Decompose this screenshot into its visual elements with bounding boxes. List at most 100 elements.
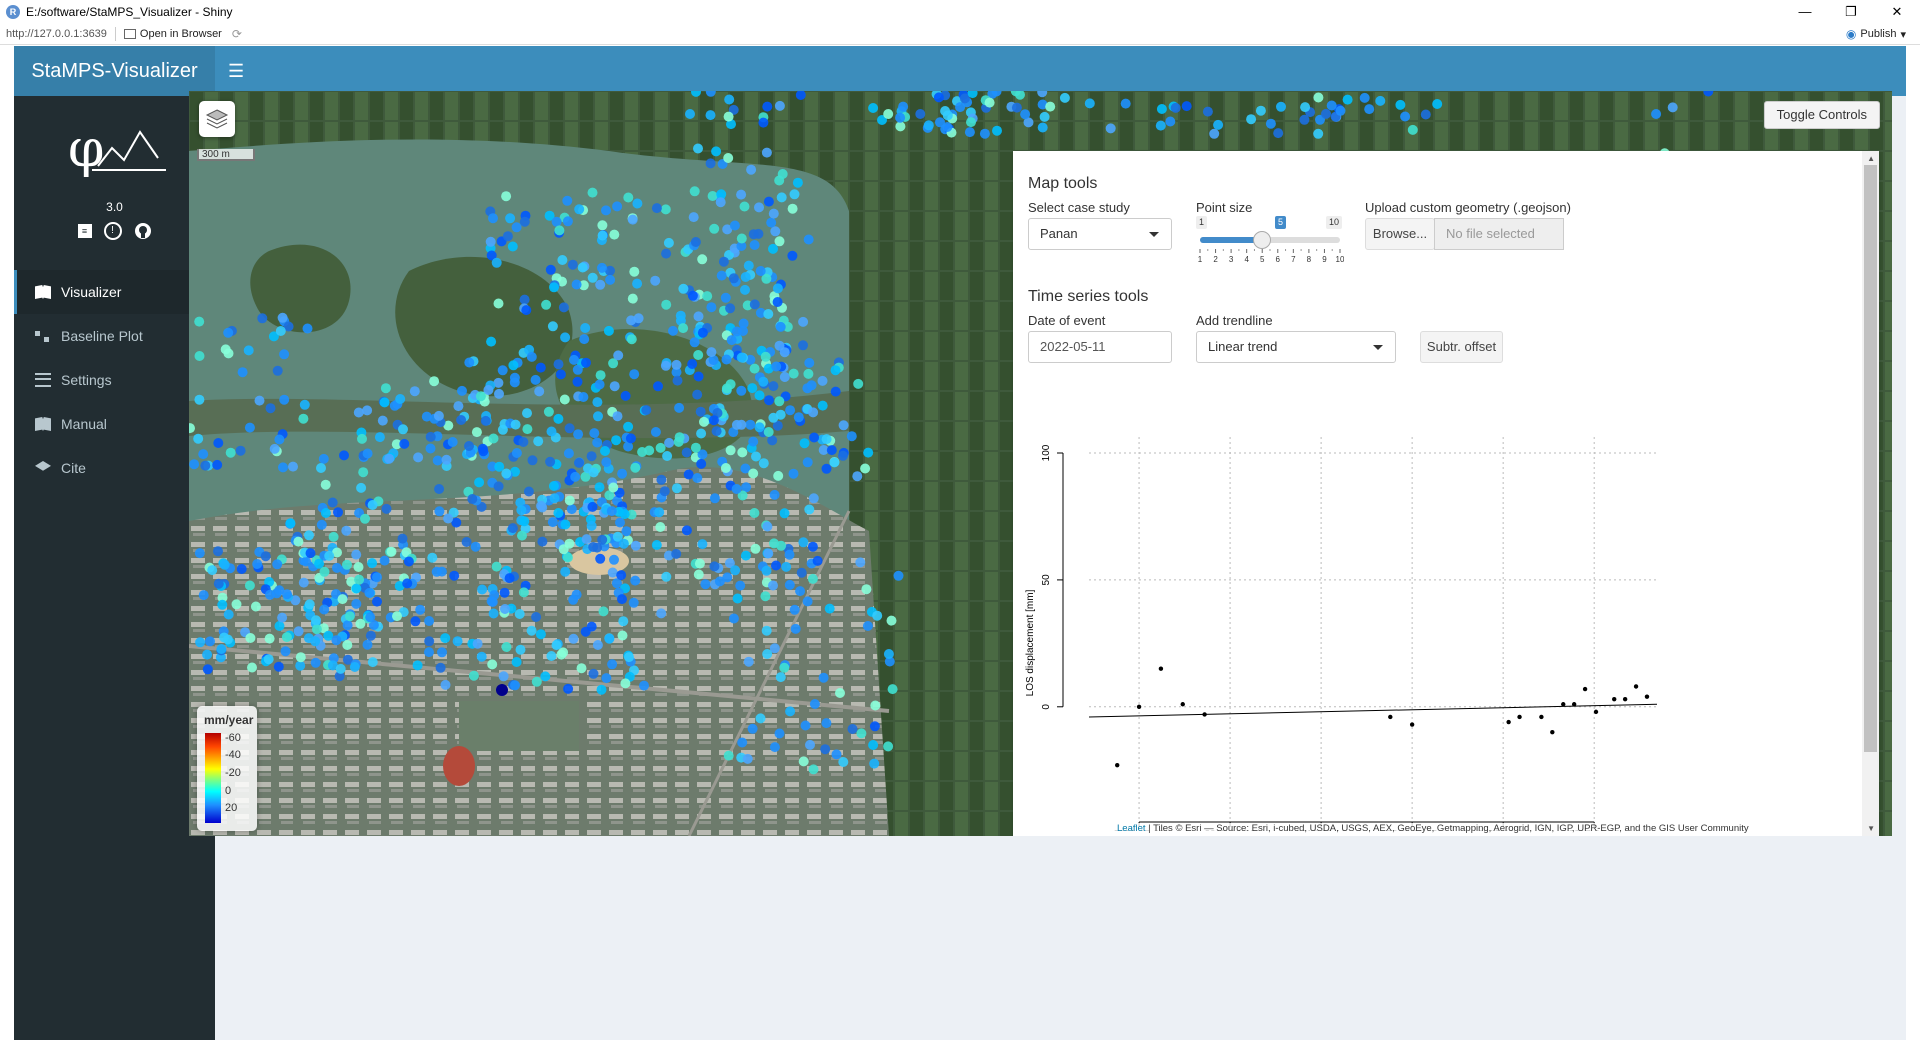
- ps-point[interactable]: [612, 411, 623, 422]
- ps-point[interactable]: [1359, 92, 1370, 103]
- ps-point[interactable]: [223, 327, 234, 338]
- ps-point[interactable]: [447, 437, 458, 447]
- ps-point[interactable]: [570, 471, 581, 482]
- ps-point[interactable]: [504, 573, 515, 584]
- ps-point[interactable]: [820, 744, 831, 755]
- ps-point[interactable]: [523, 486, 534, 497]
- ps-point[interactable]: [342, 559, 352, 570]
- ps-point[interactable]: [979, 128, 990, 139]
- ps-point[interactable]: [244, 422, 255, 433]
- github-icon[interactable]: [134, 222, 152, 240]
- ps-point[interactable]: [632, 198, 643, 209]
- ps-point[interactable]: [895, 121, 906, 132]
- ps-point[interactable]: [779, 508, 790, 519]
- ps-point[interactable]: [530, 374, 541, 385]
- ps-point[interactable]: [868, 103, 879, 113]
- ps-point[interactable]: [527, 455, 538, 466]
- ps-point[interactable]: [749, 299, 760, 310]
- trendline-select[interactable]: Linear trend: [1196, 331, 1396, 363]
- ps-point[interactable]: [546, 651, 557, 661]
- ps-point[interactable]: [598, 606, 609, 617]
- ps-point[interactable]: [655, 442, 666, 453]
- sidebar-item-manual[interactable]: Manual: [14, 402, 215, 446]
- ps-point[interactable]: [198, 449, 209, 460]
- ps-point[interactable]: [855, 557, 866, 568]
- ps-point[interactable]: [740, 272, 751, 282]
- ps-point[interactable]: [415, 604, 426, 615]
- ps-point[interactable]: [616, 570, 627, 581]
- ps-point[interactable]: [708, 415, 719, 426]
- ps-point[interactable]: [412, 660, 423, 671]
- ps-point[interactable]: [785, 405, 796, 416]
- ps-point[interactable]: [548, 481, 559, 491]
- maximize-icon[interactable]: ❐: [1828, 0, 1874, 23]
- ps-point[interactable]: [280, 646, 291, 657]
- ps-point[interactable]: [626, 334, 637, 345]
- ps-point[interactable]: [883, 741, 894, 752]
- ps-point[interactable]: [656, 474, 667, 485]
- ps-point[interactable]: [966, 117, 976, 128]
- ps-point[interactable]: [1400, 111, 1411, 122]
- ps-point[interactable]: [587, 187, 598, 198]
- ps-point[interactable]: [213, 578, 224, 589]
- ps-point[interactable]: [194, 351, 205, 361]
- ps-point[interactable]: [298, 577, 309, 588]
- ps-point[interactable]: [298, 413, 309, 424]
- ps-point[interactable]: [604, 633, 615, 644]
- ps-point[interactable]: [933, 92, 944, 103]
- ps-point[interactable]: [661, 571, 672, 582]
- ps-point[interactable]: [629, 266, 640, 277]
- ps-point[interactable]: [260, 551, 271, 562]
- ps-point[interactable]: [245, 633, 256, 643]
- ps-point[interactable]: [800, 720, 811, 731]
- ps-point[interactable]: [560, 566, 571, 577]
- ps-point[interactable]: [588, 668, 599, 679]
- ps-point[interactable]: [852, 471, 863, 482]
- ps-point[interactable]: [769, 489, 780, 500]
- ps-point[interactable]: [254, 395, 265, 406]
- ps-point[interactable]: [626, 315, 637, 326]
- ps-point[interactable]: [477, 584, 488, 595]
- ps-point[interactable]: [356, 482, 367, 493]
- ps-point[interactable]: [955, 102, 966, 113]
- ps-point[interactable]: [223, 348, 234, 359]
- ps-point[interactable]: [736, 419, 747, 430]
- ps-point[interactable]: [470, 541, 481, 552]
- ps-point[interactable]: [491, 257, 502, 268]
- ps-point[interactable]: [743, 260, 754, 271]
- ps-point[interactable]: [440, 633, 451, 644]
- ps-point[interactable]: [543, 406, 554, 417]
- ps-point[interactable]: [674, 432, 685, 443]
- ps-point[interactable]: [798, 316, 809, 327]
- ps-point[interactable]: [661, 248, 672, 259]
- ps-point[interactable]: [883, 649, 894, 659]
- ps-point[interactable]: [716, 270, 727, 281]
- ps-point[interactable]: [869, 721, 880, 732]
- ps-point[interactable]: [434, 506, 445, 517]
- ps-point[interactable]: [424, 616, 435, 626]
- ps-point[interactable]: [358, 467, 369, 478]
- ps-point[interactable]: [443, 513, 454, 524]
- ps-point[interactable]: [709, 561, 720, 572]
- ps-point[interactable]: [488, 213, 498, 224]
- ps-point[interactable]: [558, 302, 569, 313]
- ps-point[interactable]: [730, 565, 741, 576]
- ps-point[interactable]: [721, 383, 732, 394]
- ps-point[interactable]: [768, 243, 778, 254]
- ps-point[interactable]: [311, 624, 322, 635]
- ps-point[interactable]: [265, 589, 275, 600]
- ps-point[interactable]: [1209, 128, 1220, 139]
- ps-point[interactable]: [692, 389, 703, 400]
- ps-point[interactable]: [589, 428, 600, 439]
- ps-point[interactable]: [293, 536, 304, 547]
- ps-point[interactable]: [806, 380, 817, 391]
- sidebar-toggle-icon[interactable]: ☰: [228, 60, 250, 82]
- ps-point[interactable]: [572, 376, 583, 387]
- ps-point[interactable]: [754, 422, 765, 433]
- ps-point[interactable]: [718, 256, 729, 267]
- ps-point[interactable]: [761, 147, 772, 158]
- ps-point[interactable]: [551, 216, 562, 227]
- ps-point[interactable]: [216, 644, 227, 654]
- ps-point[interactable]: [787, 250, 798, 261]
- ps-point[interactable]: [519, 294, 530, 305]
